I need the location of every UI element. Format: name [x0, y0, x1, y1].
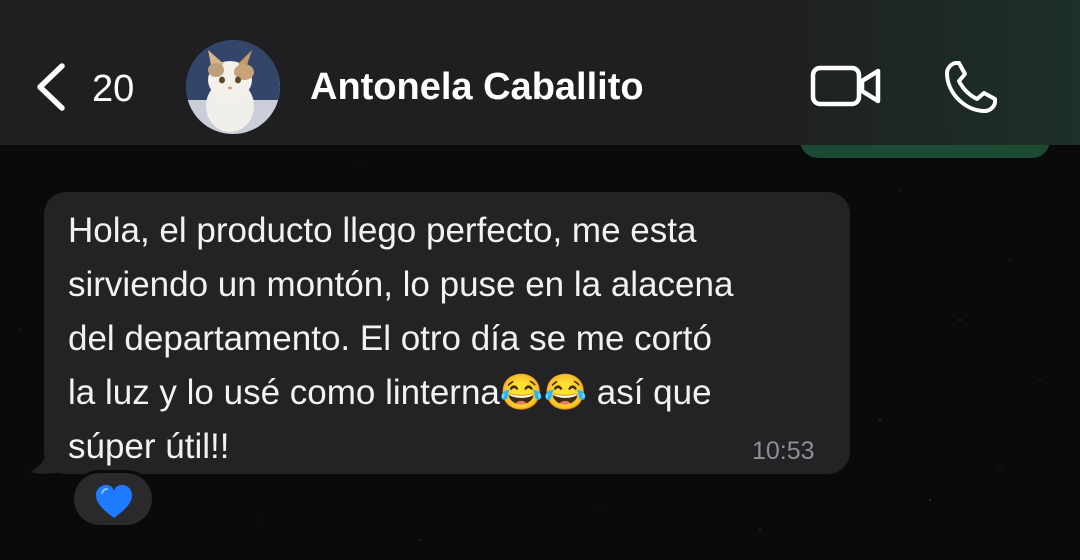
video-camera-icon[interactable] — [810, 62, 882, 110]
phone-icon[interactable] — [942, 58, 1000, 116]
message-reaction[interactable]: 💙 — [71, 470, 155, 528]
contact-avatar[interactable] — [186, 40, 280, 134]
chat-header: 20 Antonela Caballito — [0, 0, 1080, 145]
message-timestamp: 10:53 — [752, 437, 815, 465]
back-unread-count[interactable]: 20 — [92, 68, 134, 111]
contact-name[interactable]: Antonela Caballito — [310, 66, 644, 109]
chevron-left-icon[interactable] — [34, 62, 68, 112]
bubble-tail — [30, 440, 68, 474]
blue-heart-icon — [96, 485, 132, 518]
message-text: Hola, el producto llego perfecto, me est… — [68, 211, 734, 466]
